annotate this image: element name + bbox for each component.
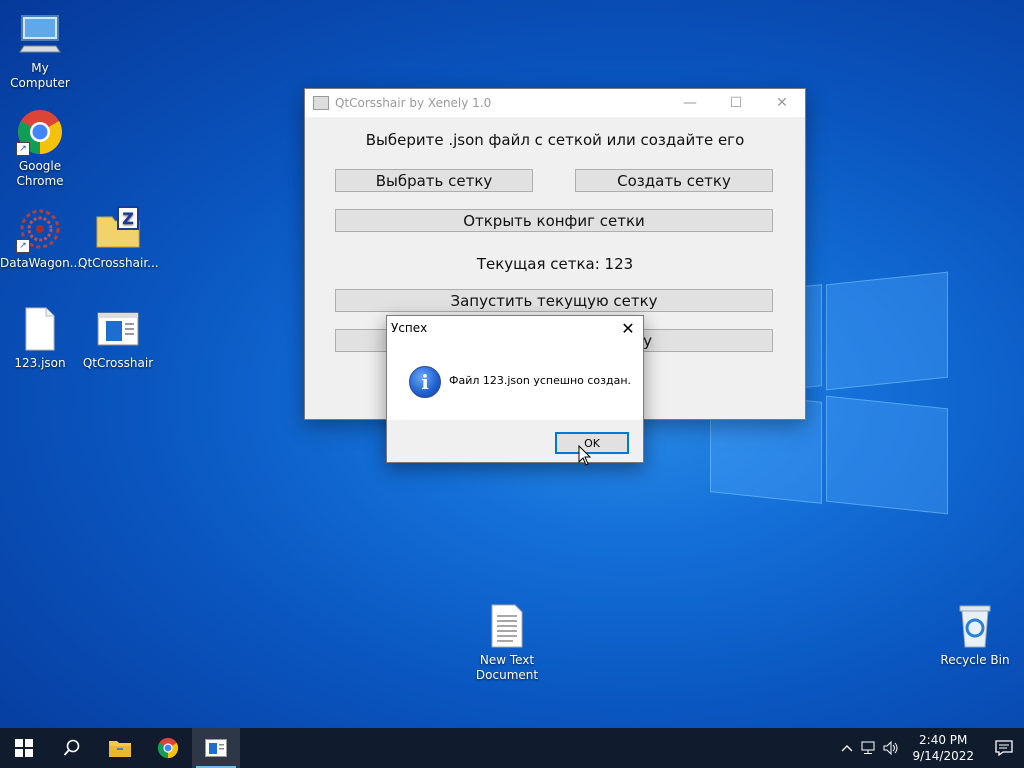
app-window-icon <box>205 739 227 757</box>
msgbox-titlebar[interactable]: Успех ✕ <box>387 316 643 340</box>
desktop-icon-my-computer[interactable]: My Computer <box>0 10 80 91</box>
desktop-icon-recycle-bin[interactable]: Recycle Bin <box>935 602 1015 668</box>
search-button[interactable] <box>48 728 96 768</box>
windows-start-icon <box>15 739 33 757</box>
run-current-grid-button[interactable]: Запустить текущую сетку <box>335 289 773 312</box>
desktop-icon-new-text-document[interactable]: New Text Document <box>467 602 547 683</box>
app-icon <box>313 96 329 110</box>
maximize-button[interactable]: ☐ <box>713 89 759 117</box>
notification-icon <box>995 740 1013 756</box>
search-icon <box>63 739 80 756</box>
folder-icon <box>109 741 131 757</box>
taskbar: 2:40 PM 9/14/2022 <box>0 728 1024 768</box>
recycle-bin-icon <box>951 602 999 650</box>
zip-folder-icon: Z <box>94 205 142 253</box>
app-window-icon <box>94 305 142 353</box>
select-grid-button[interactable]: Выбрать сетку <box>335 169 533 192</box>
clock-date: 9/14/2022 <box>912 749 974 763</box>
volume-icon[interactable] <box>880 728 902 768</box>
clock-time: 2:40 PM <box>919 733 968 747</box>
taskbar-chrome[interactable] <box>144 728 192 768</box>
msgbox-text: Файл 123.json успешно создан. <box>449 374 632 387</box>
desktop-icon-datawagon[interactable]: ↗ DataWagon... <box>0 205 81 271</box>
system-tray: 2:40 PM 9/14/2022 <box>836 728 1024 768</box>
svg-text:Z: Z <box>122 209 134 228</box>
create-grid-button[interactable]: Создать сетку <box>575 169 773 192</box>
computer-icon <box>16 10 64 58</box>
desktop-icon-123-json[interactable]: 123.json <box>0 305 80 371</box>
info-icon: i <box>409 366 441 398</box>
ok-button[interactable]: OK <box>555 432 629 454</box>
msgbox-title: Успех <box>391 321 428 335</box>
shortcut-arrow-icon: ↗ <box>16 239 30 253</box>
desktop-icon-qtcrosshair-app[interactable]: QtCrosshair <box>78 305 158 371</box>
clock[interactable]: 2:40 PM 9/14/2022 <box>902 732 984 764</box>
msgbox-close-button[interactable]: ✕ <box>613 316 643 340</box>
start-button[interactable] <box>0 728 48 768</box>
taskbar-file-explorer[interactable] <box>96 728 144 768</box>
minimize-button[interactable]: — <box>667 89 713 117</box>
text-document-icon <box>483 602 531 650</box>
msgbox-footer: OK <box>387 420 643 462</box>
open-grid-config-button[interactable]: Открыть конфиг сетки <box>335 209 773 232</box>
desktop-icon-google-chrome[interactable]: ↗ Google Chrome <box>0 108 80 189</box>
chrome-icon <box>157 737 179 759</box>
close-button[interactable]: ✕ <box>759 89 805 117</box>
datawagon-icon: ↗ <box>16 205 64 253</box>
chevron-up-icon[interactable] <box>836 728 858 768</box>
chrome-icon: ↗ <box>16 108 64 156</box>
notification-center-button[interactable] <box>984 728 1024 768</box>
network-icon[interactable] <box>858 728 880 768</box>
desktop-icon-qtcrosshair-folder[interactable]: Z QtCrosshair... <box>78 205 159 271</box>
taskbar-qtcrosshair[interactable] <box>192 728 240 768</box>
current-grid-label: Текущая сетка: 123 <box>476 255 634 273</box>
shortcut-arrow-icon: ↗ <box>16 142 30 156</box>
qt-heading: Выберите .json файл с сеткой или создайт… <box>365 131 745 149</box>
obscured-button-label: у <box>643 331 652 350</box>
qt-titlebar[interactable]: QtCorsshair by Xenely 1.0 — ☐ ✕ <box>305 89 805 117</box>
success-message-box: Успех ✕ i Файл 123.json успешно создан. … <box>386 315 644 463</box>
file-icon <box>16 305 64 353</box>
qt-window-title: QtCorsshair by Xenely 1.0 <box>335 96 492 110</box>
